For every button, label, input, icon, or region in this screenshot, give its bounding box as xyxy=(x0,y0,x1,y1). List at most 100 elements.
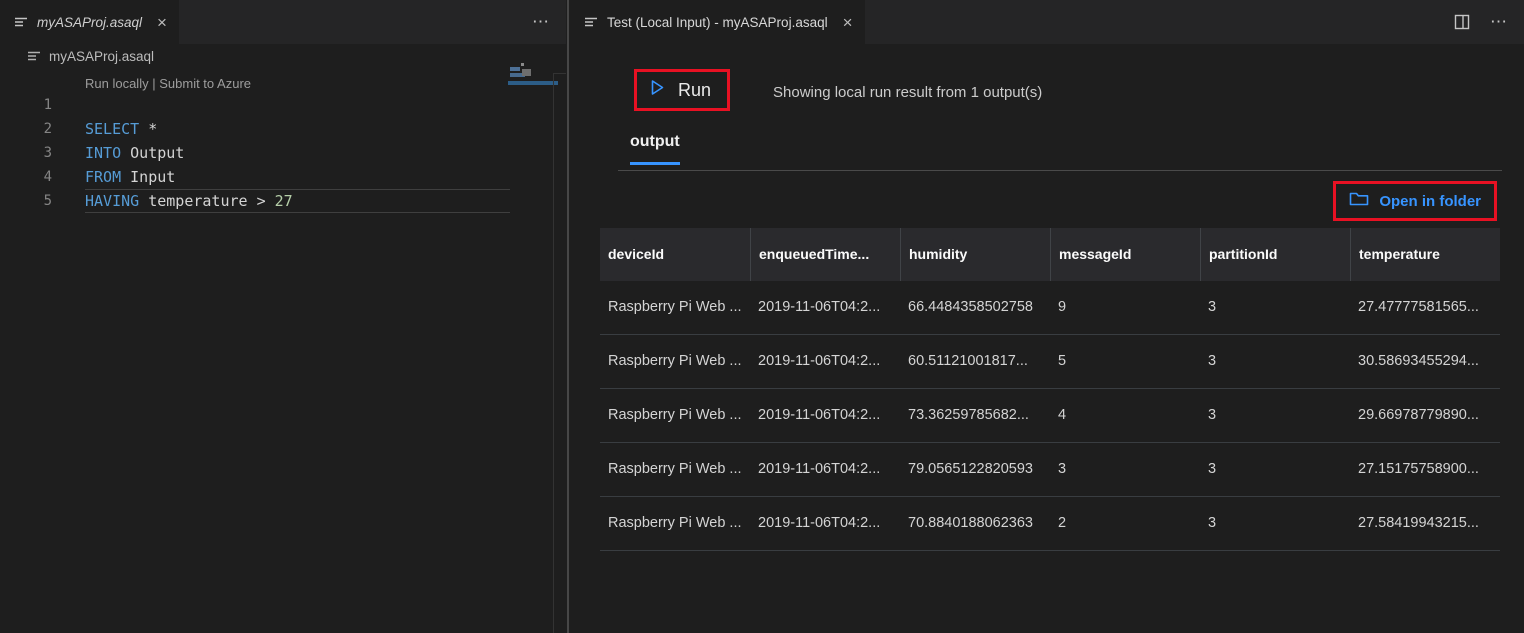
editor-right-rule xyxy=(553,73,554,633)
cell-partitionid: 3 xyxy=(1208,461,1217,477)
cell-temperature: 27.58419943215... xyxy=(1358,515,1479,531)
open-in-folder-button[interactable]: Open in folder xyxy=(1333,181,1497,221)
cell-messageid: 9 xyxy=(1058,299,1067,315)
column-header-enqueuedtime[interactable]: enqueuedTime... xyxy=(750,228,900,281)
tab-title: Test (Local Input) - myASAProj.asaql xyxy=(607,14,828,30)
run-button-label: Run xyxy=(678,79,712,100)
table-row: Raspberry Pi Web ... 2019-11-06T04:2... … xyxy=(600,497,1500,551)
table-row: Raspberry Pi Web ... 2019-11-06T04:2... … xyxy=(600,335,1500,389)
code-keyword: FROM xyxy=(85,168,122,186)
cell-humidity: 60.51121001817... xyxy=(908,353,1028,369)
cell-messageid: 5 xyxy=(1058,353,1067,369)
folder-icon xyxy=(1349,190,1369,212)
code-text: Input xyxy=(121,168,176,186)
cell-humidity: 73.36259785682... xyxy=(908,407,1029,423)
asaql-file-icon xyxy=(14,15,28,29)
line-number: 1 xyxy=(43,97,52,113)
results-table: deviceId enqueuedTime... humidity messag… xyxy=(600,228,1500,551)
vscode-workbench: myASAProj.asaql × ⋯ myASAProj.asaql Run … xyxy=(0,0,1524,633)
breadcrumb[interactable]: myASAProj.asaql xyxy=(0,44,566,68)
cell-partitionid: 3 xyxy=(1208,299,1217,315)
codelens: Run locally | Submit to Azure xyxy=(85,76,566,91)
more-actions-icon[interactable]: ⋯ xyxy=(1490,12,1508,32)
right-tab-bar: Test (Local Input) - myASAProj.asaql × ⋯ xyxy=(570,0,1524,44)
column-header-temperature[interactable]: temperature xyxy=(1350,228,1500,281)
more-actions-icon[interactable]: ⋯ xyxy=(532,12,550,32)
cell-enqueuedtime: 2019-11-06T04:2... xyxy=(758,515,881,531)
table-row: Raspberry Pi Web ... 2019-11-06T04:2... … xyxy=(600,389,1500,443)
play-icon xyxy=(650,79,665,101)
tab-bar-spacer xyxy=(865,0,1454,44)
tab-bar-spacer xyxy=(179,0,532,44)
code-text: * xyxy=(139,120,158,138)
close-icon[interactable]: × xyxy=(843,14,853,31)
cell-enqueuedtime: 2019-11-06T04:2... xyxy=(758,299,881,315)
column-header-humidity[interactable]: humidity xyxy=(900,228,1050,281)
cell-enqueuedtime: 2019-11-06T04:2... xyxy=(758,407,881,423)
close-icon[interactable]: × xyxy=(157,14,167,31)
code-number: 27 xyxy=(274,192,293,210)
column-header-messageid[interactable]: messageId xyxy=(1050,228,1200,281)
code-keyword: INTO xyxy=(85,144,122,162)
code-area: 1 2 SELECT * 3 INTO Output 4 FROM Input … xyxy=(0,93,566,213)
line-number: 5 xyxy=(43,193,52,209)
cell-deviceid: Raspberry Pi Web ... xyxy=(608,353,742,369)
code-keyword: HAVING xyxy=(85,192,140,210)
cell-humidity: 66.4484358502758 xyxy=(908,299,1033,315)
cell-deviceid: Raspberry Pi Web ... xyxy=(608,407,742,423)
code-line-4[interactable]: 4 FROM Input xyxy=(0,165,566,189)
column-header-deviceid[interactable]: deviceId xyxy=(600,228,750,281)
line-number: 4 xyxy=(43,169,52,185)
tab-myasaproj[interactable]: myASAProj.asaql × xyxy=(0,0,179,44)
cell-enqueuedtime: 2019-11-06T04:2... xyxy=(758,353,881,369)
cell-enqueuedtime: 2019-11-06T04:2... xyxy=(758,461,881,477)
split-editor-icon[interactable] xyxy=(1454,14,1470,30)
line-number: 2 xyxy=(43,121,52,137)
line-number: 3 xyxy=(43,145,52,161)
column-header-partitionid[interactable]: partitionId xyxy=(1200,228,1350,281)
cell-temperature: 27.47777581565... xyxy=(1358,299,1479,315)
run-button[interactable]: Run xyxy=(634,69,731,111)
cell-temperature: 29.66978779890... xyxy=(1358,407,1479,423)
codelens-separator: | xyxy=(152,76,156,91)
code-text: Output xyxy=(121,144,185,162)
table-header-row: deviceId enqueuedTime... humidity messag… xyxy=(600,228,1500,281)
cell-temperature: 30.58693455294... xyxy=(1358,353,1479,369)
table-row: Raspberry Pi Web ... 2019-11-06T04:2... … xyxy=(600,281,1500,335)
code-line-1[interactable]: 1 xyxy=(0,93,566,117)
editor-top-rule xyxy=(553,73,566,74)
left-tab-bar: myASAProj.asaql × ⋯ xyxy=(0,0,566,44)
test-result-panel: Run Showing local run result from 1 outp… xyxy=(570,44,1524,633)
open-in-folder-label: Open in folder xyxy=(1379,192,1481,210)
cell-partitionid: 3 xyxy=(1208,407,1217,423)
run-locally-link[interactable]: Run locally xyxy=(85,76,149,91)
asaql-file-icon xyxy=(27,49,41,63)
tab-title: myASAProj.asaql xyxy=(37,14,143,30)
code-text: temperature > xyxy=(139,192,275,210)
breadcrumb-file-name: myASAProj.asaql xyxy=(49,48,155,64)
minimap[interactable] xyxy=(508,62,558,90)
submit-to-azure-link[interactable]: Submit to Azure xyxy=(159,76,251,91)
cell-messageid: 2 xyxy=(1058,515,1067,531)
cell-humidity: 79.0565122820593 xyxy=(908,461,1033,477)
code-line-5[interactable]: 5 HAVING temperature > 27 xyxy=(0,189,566,213)
cell-partitionid: 3 xyxy=(1208,515,1217,531)
tab-output[interactable]: output xyxy=(630,133,680,165)
cell-deviceid: Raspberry Pi Web ... xyxy=(608,515,742,531)
query-editor: myASAProj.asaql Run locally | Submit to … xyxy=(0,44,566,633)
cell-messageid: 4 xyxy=(1058,407,1067,423)
cell-temperature: 27.15175758900... xyxy=(1358,461,1479,477)
test-file-icon xyxy=(584,15,598,29)
cell-humidity: 70.8840188062363 xyxy=(908,515,1033,531)
cell-partitionid: 3 xyxy=(1208,353,1217,369)
cell-deviceid: Raspberry Pi Web ... xyxy=(608,299,742,315)
cell-deviceid: Raspberry Pi Web ... xyxy=(608,461,742,477)
code-line-3[interactable]: 3 INTO Output xyxy=(0,141,566,165)
code-keyword: SELECT xyxy=(85,120,140,138)
run-result-status: Showing local run result from 1 output(s… xyxy=(773,84,1043,101)
table-row: Raspberry Pi Web ... 2019-11-06T04:2... … xyxy=(600,443,1500,497)
code-line-2[interactable]: 2 SELECT * xyxy=(0,117,566,141)
output-tabs-rule xyxy=(618,170,1502,171)
tab-test-local-input[interactable]: Test (Local Input) - myASAProj.asaql × xyxy=(570,0,865,44)
cell-messageid: 3 xyxy=(1058,461,1067,477)
